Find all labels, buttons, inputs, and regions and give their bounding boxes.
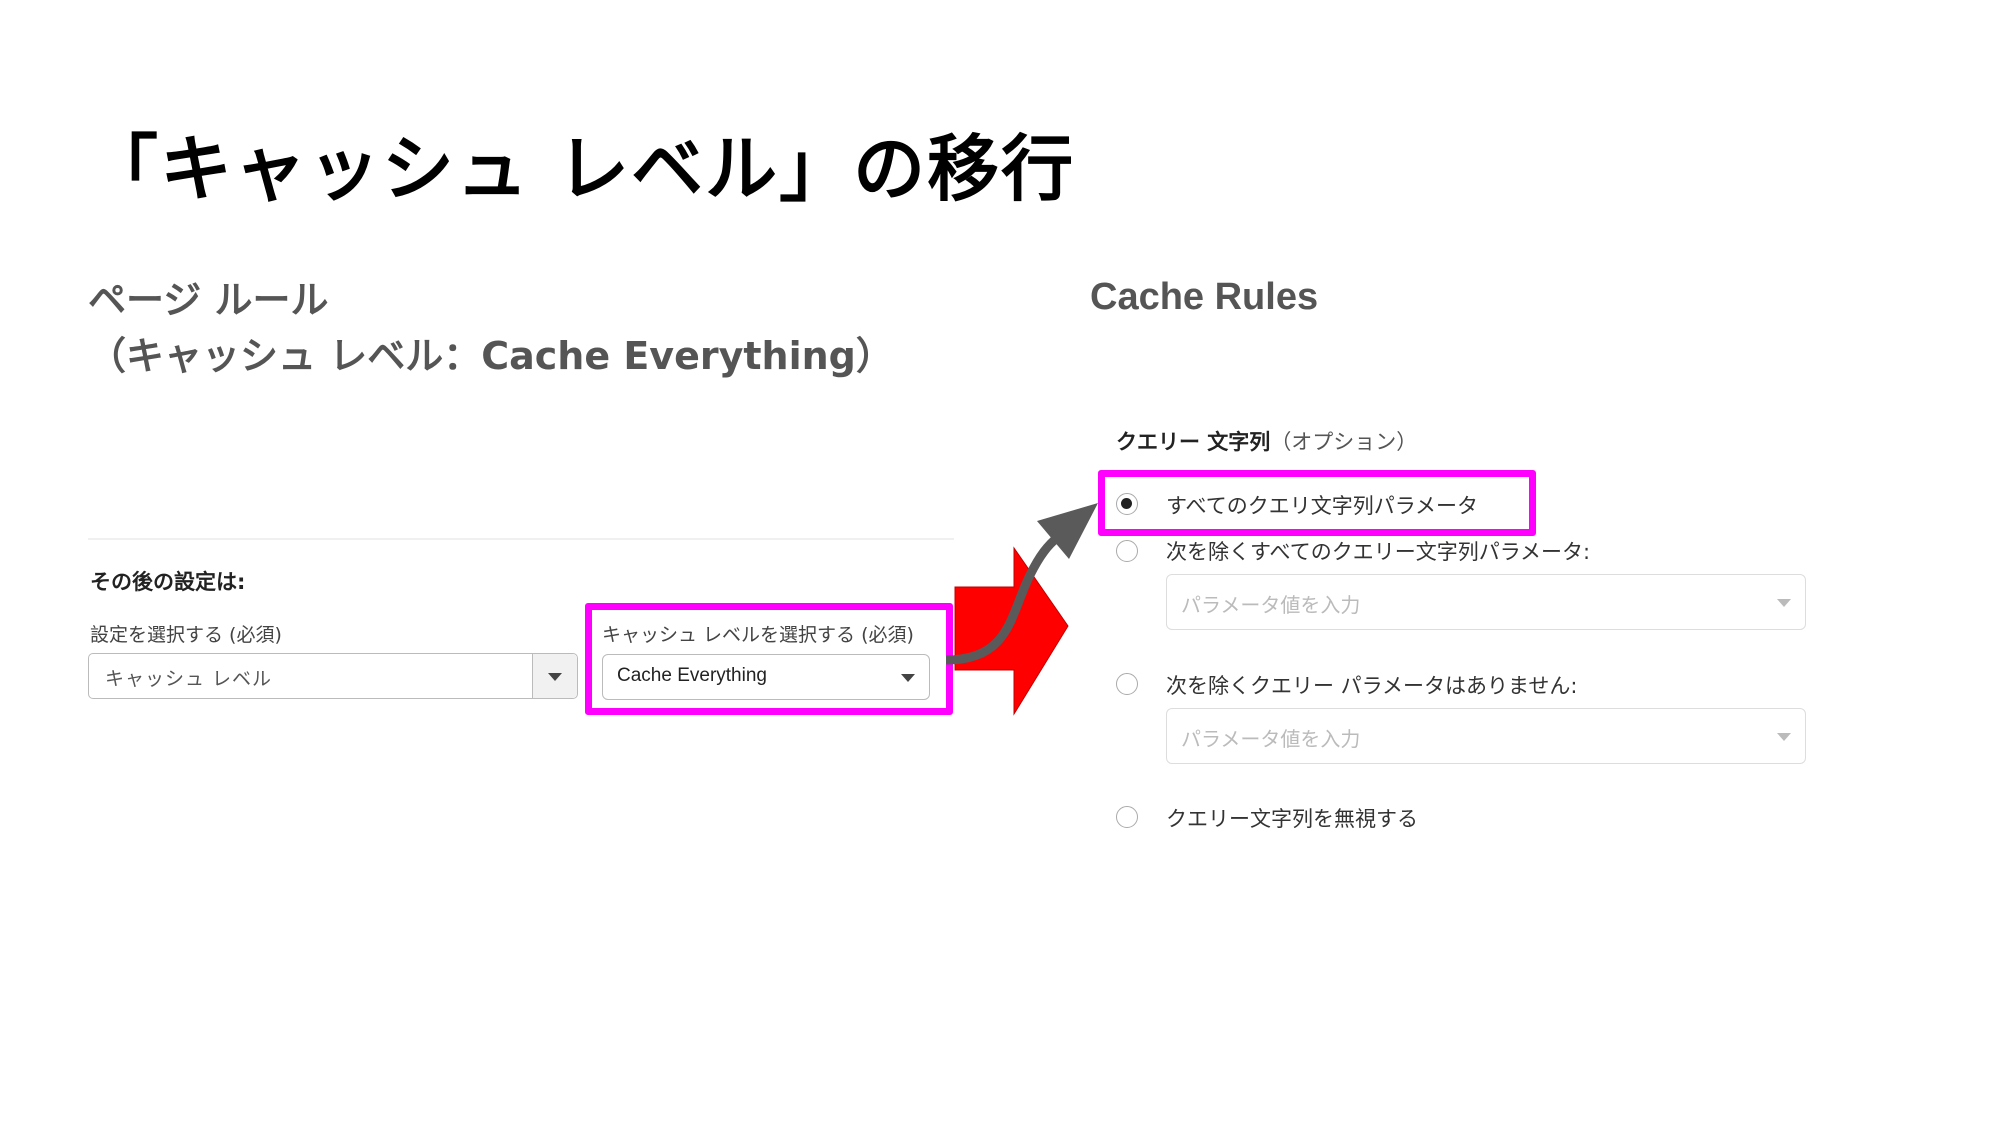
radio-all-params-label[interactable]: すべてのクエリ文字列パラメータ [1166, 490, 1478, 520]
caret-down-icon [1777, 733, 1791, 741]
caret-down-icon [901, 674, 915, 682]
radio-all-params[interactable] [1116, 493, 1138, 515]
all-except-param-input[interactable]: パラメータ値を入力 [1166, 574, 1806, 630]
page-rules-heading-line1: ページ ルール [88, 278, 329, 322]
cache-rules-heading: Cache Rules [1090, 276, 1319, 318]
radio-selected-dot [1121, 498, 1132, 509]
curved-arrow-stroke [945, 533, 1061, 665]
radio-none-except-label[interactable]: 次を除くクエリー パラメータはありません: [1166, 670, 1578, 700]
cache-level-select-label: キャッシュ レベルを選択する (必須) [602, 624, 914, 646]
page-rules-heading-line2: （キャッシュ レベル：Cache Everything） [88, 334, 894, 378]
setting-select-dropdown-button[interactable] [532, 654, 577, 698]
query-string-title: クエリー 文字列 [1116, 430, 1271, 454]
radio-none-except[interactable] [1116, 673, 1138, 695]
radio-all-except[interactable] [1116, 540, 1138, 562]
param-input-placeholder: パラメータ値を入力 [1181, 727, 1361, 751]
caret-down-icon [1777, 599, 1791, 607]
then-settings-label: その後の設定は: [90, 570, 246, 594]
page-rules-heading: ページ ルール （キャッシュ レベル：Cache Everything） [88, 272, 894, 384]
none-except-param-input[interactable]: パラメータ値を入力 [1166, 708, 1806, 764]
caret-down-icon [548, 673, 562, 681]
setting-select-label: 設定を選択する (必須) [90, 624, 282, 646]
curved-arrow-icon [945, 503, 1098, 665]
radio-ignore-query-string[interactable] [1116, 806, 1138, 828]
divider [88, 538, 954, 540]
radio-ignore-query-string-label[interactable]: クエリー文字列を無視する [1166, 803, 1418, 833]
cache-level-select[interactable]: Cache Everything [602, 654, 930, 700]
radio-all-except-label[interactable]: 次を除くすべてのクエリー文字列パラメータ: [1166, 536, 1590, 566]
query-string-optional: （オプション） [1270, 430, 1418, 454]
setting-select-value: キャッシュ レベル [105, 668, 273, 690]
cache-level-select-value: Cache Everything [617, 665, 767, 686]
param-input-placeholder: パラメータ値を入力 [1181, 593, 1361, 617]
slide-title: 「キャッシュ レベル」の移行 [86, 127, 1076, 211]
setting-select[interactable]: キャッシュ レベル [88, 653, 578, 699]
query-string-label: クエリー 文字列（オプション） [1116, 426, 1417, 456]
